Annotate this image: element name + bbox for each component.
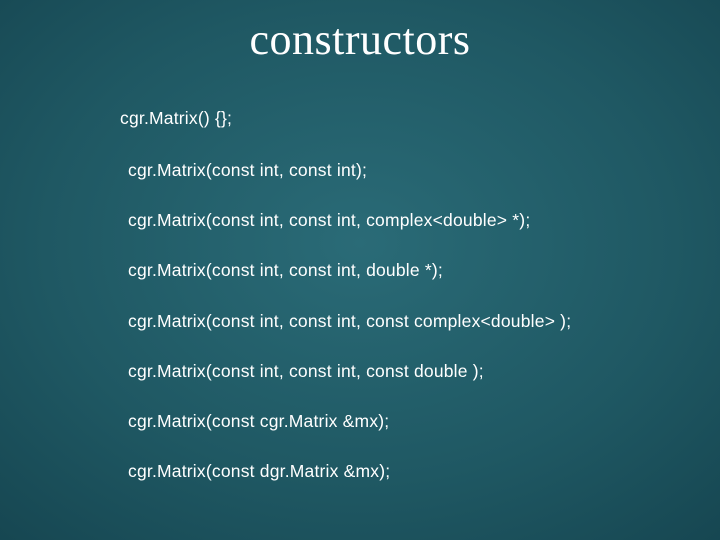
code-line: cgr.Matrix(const cgr.Matrix &mx); bbox=[128, 411, 688, 431]
code-line: cgr.Matrix(const int, const int); bbox=[128, 160, 688, 180]
code-line: cgr.Matrix(const int, const int, const d… bbox=[128, 361, 688, 381]
code-line: cgr.Matrix(const int, const int, const c… bbox=[128, 311, 688, 331]
code-line: cgr.Matrix(const int, const int, complex… bbox=[128, 210, 688, 230]
slide-title: constructors bbox=[0, 14, 720, 65]
code-line: cgr.Matrix() {}; bbox=[120, 108, 688, 128]
slide-body: cgr.Matrix() {}; cgr.Matrix(const int, c… bbox=[128, 108, 688, 511]
slide: constructors cgr.Matrix() {}; cgr.Matrix… bbox=[0, 0, 720, 540]
code-line: cgr.Matrix(const dgr.Matrix &mx); bbox=[128, 461, 688, 481]
code-line: cgr.Matrix(const int, const int, double … bbox=[128, 260, 688, 280]
